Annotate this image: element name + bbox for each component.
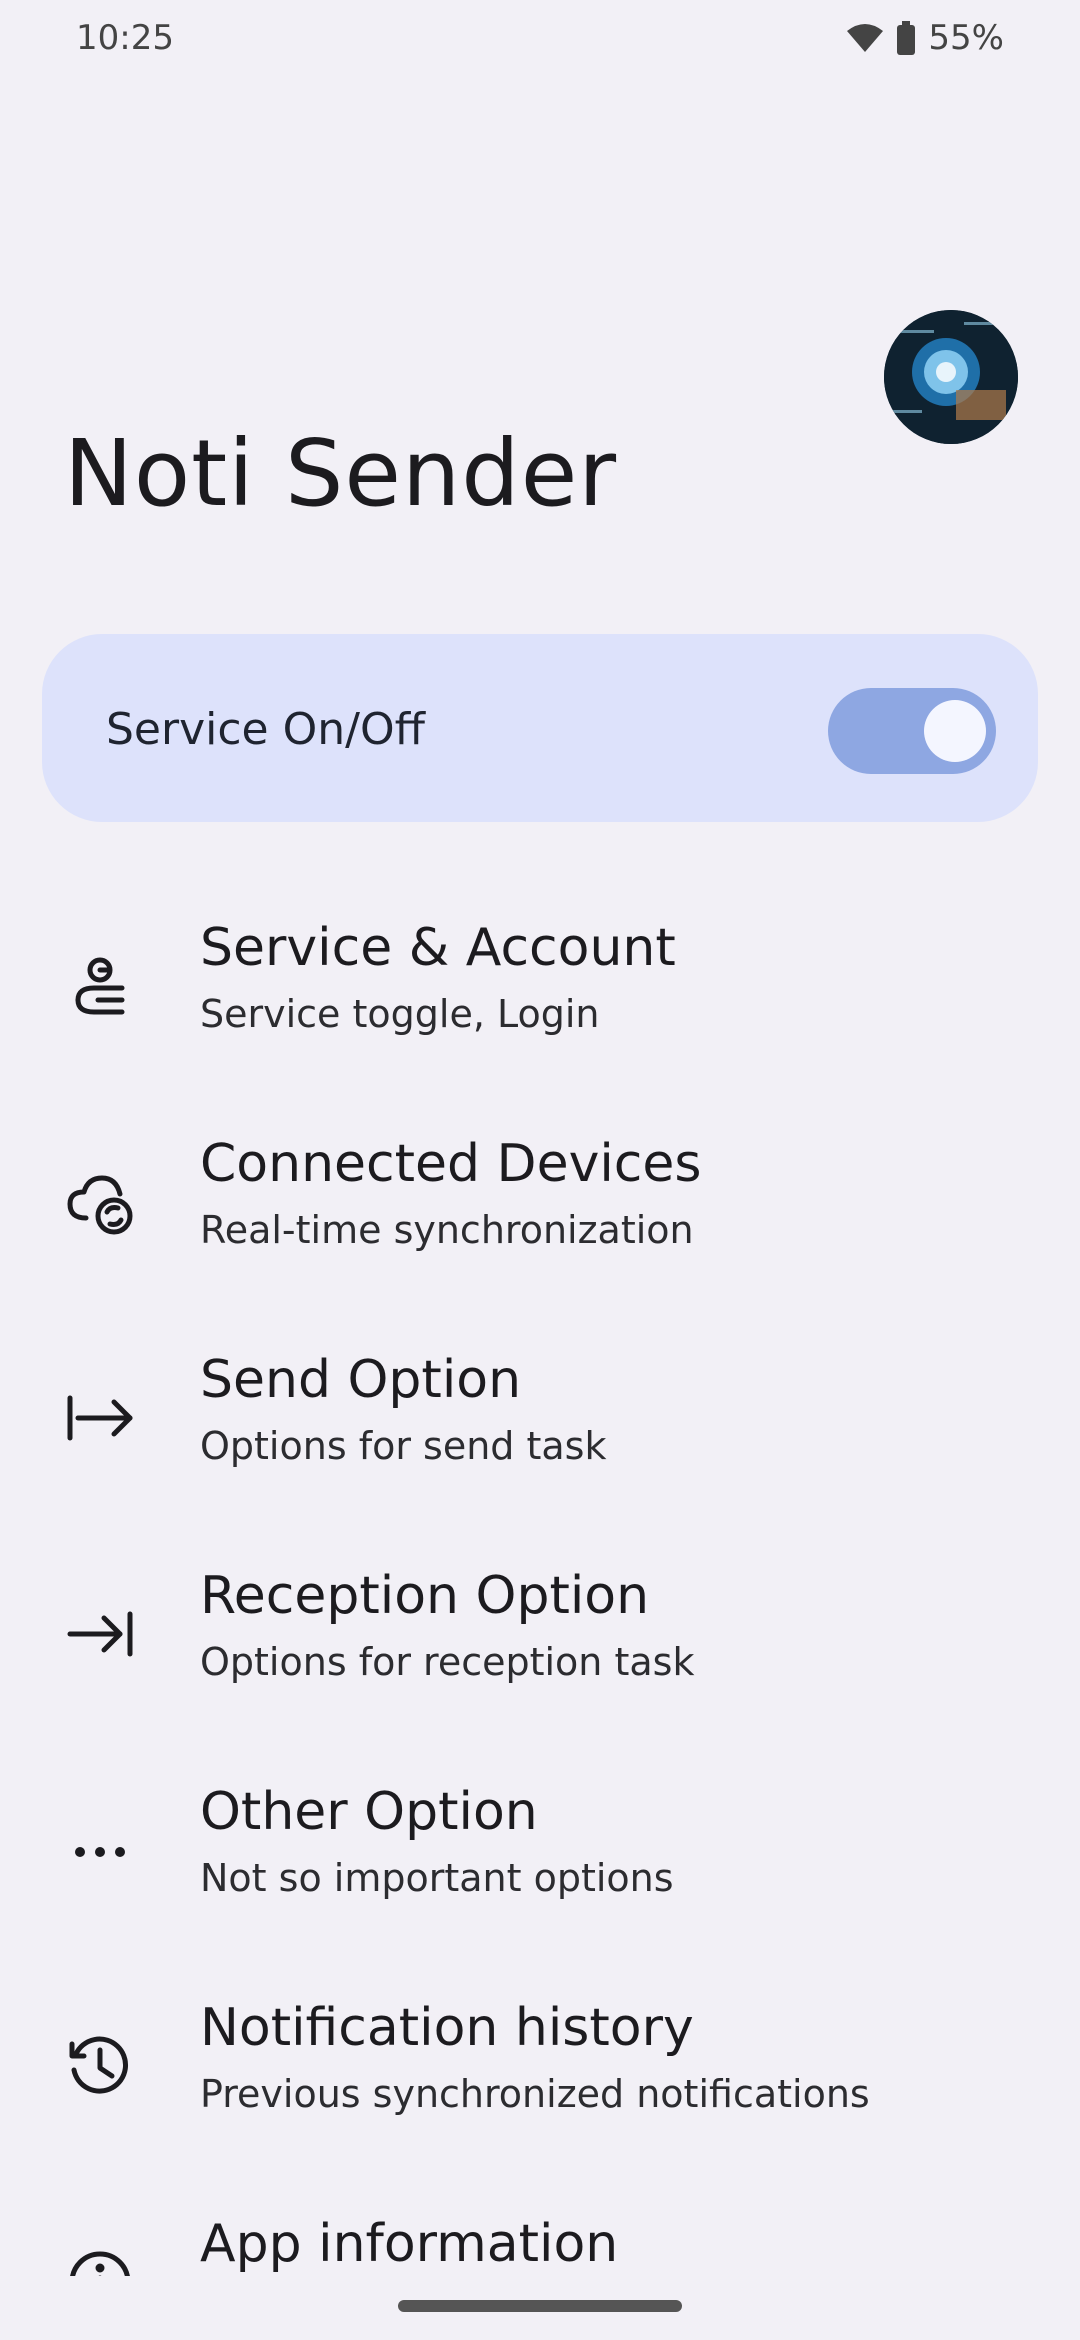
menu-item-other-option[interactable]: Other Option Not so important options	[0, 1774, 1080, 1974]
menu-item-service-account[interactable]: Service & Account Service toggle, Login	[0, 910, 1080, 1110]
service-account-icon	[64, 950, 136, 1022]
menu-item-title: Send Option	[200, 1350, 522, 1410]
status-bar: 10:25 55%	[0, 0, 1080, 80]
menu-item-title: Reception Option	[200, 1566, 650, 1626]
menu-item-subtitle: Previous synchronized notifications	[200, 2072, 870, 2116]
info-icon	[64, 2246, 136, 2276]
menu-item-send-option[interactable]: Send Option Options for send task	[0, 1342, 1080, 1542]
avatar[interactable]	[884, 310, 1018, 444]
toggle-thumb	[924, 700, 986, 762]
menu-item-title: Other Option	[200, 1782, 538, 1842]
menu-item-subtitle: Options for reception task	[200, 1640, 695, 1684]
menu-item-title: App information	[200, 2214, 619, 2274]
battery-percent: 55%	[928, 18, 1004, 58]
service-toggle-card[interactable]: Service On/Off	[42, 634, 1038, 822]
history-icon	[64, 2030, 136, 2102]
status-time: 10:25	[76, 18, 174, 58]
send-arrow-icon	[64, 1382, 136, 1454]
receive-arrow-icon	[64, 1598, 136, 1670]
menu-item-subtitle: Not so important options	[200, 1856, 674, 1900]
service-toggle-label: Service On/Off	[106, 704, 425, 755]
menu-item-connected-devices[interactable]: Connected Devices Real-time synchronizat…	[0, 1126, 1080, 1326]
more-horiz-icon	[64, 1814, 136, 1886]
status-icons: 55%	[846, 18, 1004, 58]
menu-item-title: Service & Account	[200, 918, 676, 978]
page-title: Noti Sender	[64, 420, 618, 527]
service-toggle-switch[interactable]	[828, 688, 996, 774]
menu-item-app-information[interactable]: App information	[0, 2206, 1080, 2276]
cloud-sync-icon	[64, 1166, 136, 1238]
menu-item-subtitle: Service toggle, Login	[200, 992, 600, 1036]
menu-item-reception-option[interactable]: Reception Option Options for reception t…	[0, 1558, 1080, 1758]
gesture-nav-handle[interactable]	[398, 2300, 682, 2312]
wifi-icon	[846, 23, 884, 53]
menu-item-title: Connected Devices	[200, 1134, 702, 1194]
menu-item-notification-history[interactable]: Notification history Previous synchroniz…	[0, 1990, 1080, 2190]
menu-item-title: Notification history	[200, 1998, 694, 2058]
battery-icon	[896, 21, 916, 55]
menu-item-subtitle: Real-time synchronization	[200, 1208, 694, 1252]
menu-item-subtitle: Options for send task	[200, 1424, 607, 1468]
